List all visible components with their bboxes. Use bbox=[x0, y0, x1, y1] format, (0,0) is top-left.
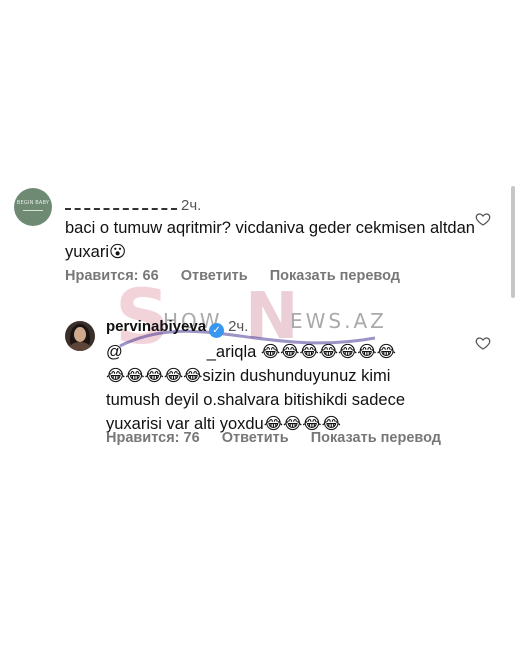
comment-time: 2ч. bbox=[228, 318, 249, 335]
verified-badge-icon: ✓ bbox=[209, 323, 225, 338]
comment-text: @ _ariqla 😂😂😂😂😂😂😂 😂😂😂😂😂sizin dushunduyunu… bbox=[106, 343, 405, 433]
likes-count[interactable]: Нравится: 76 bbox=[106, 430, 200, 446]
comment-text: baci o tumuw aqritmir? vicdaniva geder c… bbox=[65, 219, 475, 261]
comment-time: 2ч. bbox=[181, 197, 202, 214]
comment-meta: 2ч. bbox=[65, 197, 201, 214]
translate-button[interactable]: Показать перевод bbox=[270, 268, 400, 284]
scrollbar[interactable] bbox=[511, 186, 515, 298]
mention-link[interactable]: @ _ariqla bbox=[106, 343, 256, 361]
heart-outline-icon[interactable] bbox=[475, 211, 491, 227]
reply-button[interactable]: Ответить bbox=[222, 430, 289, 446]
svg-text:EWS.AZ: EWS.AZ bbox=[290, 309, 387, 333]
comment-actions: Нравится: 66 Ответить Показать перевод bbox=[65, 268, 418, 284]
redacted-username[interactable] bbox=[65, 199, 177, 211]
avatar[interactable] bbox=[65, 321, 95, 351]
reply-button[interactable]: Ответить bbox=[181, 268, 248, 284]
heart-outline-icon[interactable] bbox=[475, 335, 491, 351]
translate-button[interactable]: Показать перевод bbox=[311, 430, 441, 446]
avatar[interactable]: BEGIN BABY bbox=[14, 188, 52, 226]
username[interactable]: pervinabiyeva bbox=[106, 318, 206, 335]
likes-count[interactable]: Нравится: 66 bbox=[65, 268, 159, 284]
comment-actions: Нравится: 76 Ответить Показать перевод bbox=[106, 430, 459, 446]
comment-meta: pervinabiyeva ✓ 2ч. bbox=[106, 318, 248, 338]
